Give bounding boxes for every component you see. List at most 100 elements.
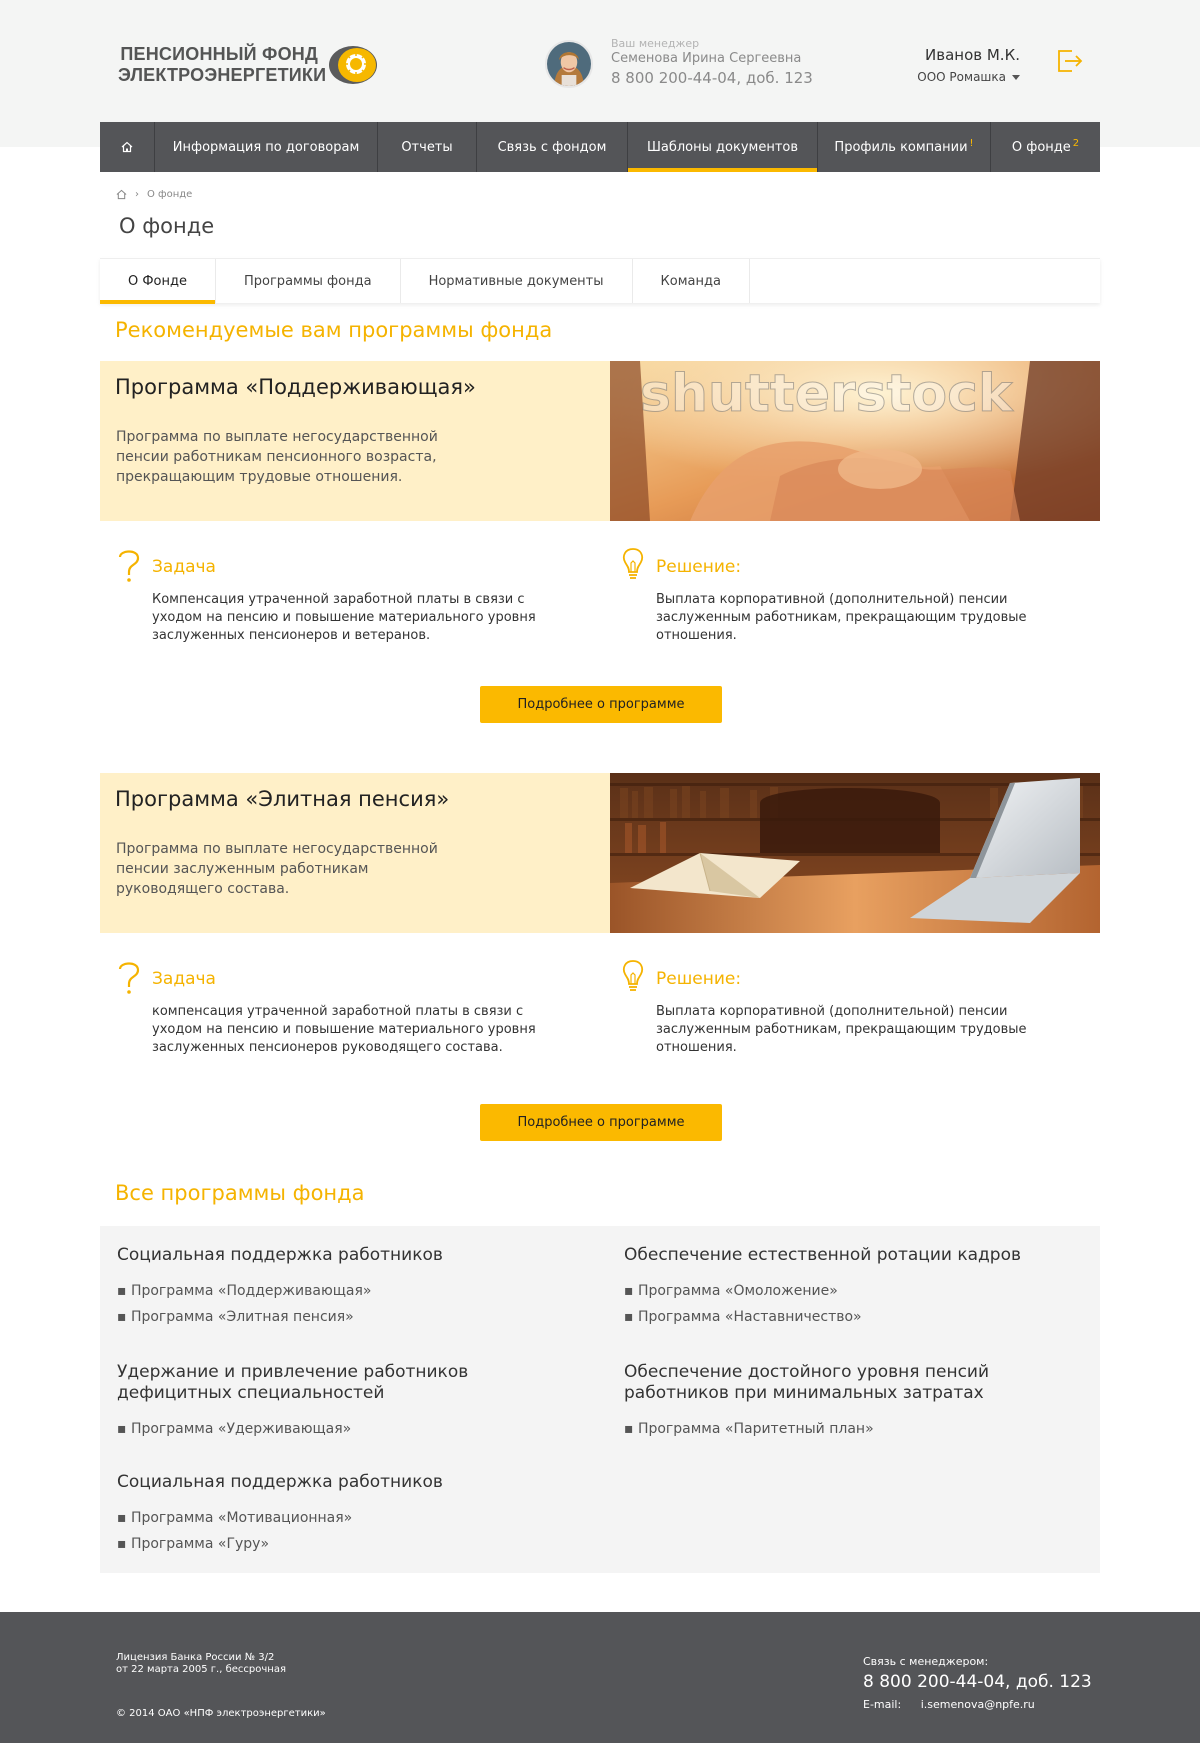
program-group-list: ▪ Программа «Паритетный план» (624, 1420, 1004, 1438)
breadcrumb-separator-icon: › (135, 189, 139, 200)
solution-title: Решение: (656, 969, 742, 989)
nav-item-company-profile[interactable]: Профиль компании! (818, 122, 991, 172)
footer: Лицензия Банка России № 3/2 от 22 марта … (0, 1612, 1200, 1743)
license-info: Лицензия Банка России № 3/2 от 22 марта … (116, 1652, 286, 1676)
logo-text: ПЕНСИОННЫЙ ФОНД ЭЛЕКТРОЭНЕРГЕТИКИ (118, 44, 327, 86)
nav-item-label: О фонде (1011, 139, 1071, 155)
program-link[interactable]: ▪ Программа «Омоложение» (624, 1282, 1084, 1300)
program-card: Программа «Поддерживающая» Программа по … (100, 361, 1100, 521)
program-link[interactable]: ▪ Программа «Наставничество» (624, 1308, 1084, 1326)
program-details-button[interactable]: Подробнее о программе (480, 1104, 722, 1141)
subtab-about-fund[interactable]: О Фонде (100, 259, 216, 304)
breadcrumb-current: О фонде (147, 189, 193, 200)
company-dropdown[interactable]: ООО Ромашка (917, 70, 1020, 84)
lightbulb-icon (622, 548, 644, 579)
nav-item-templates[interactable]: Шаблоны документов (628, 122, 818, 172)
program-text-panel: Программа «Элитная пенсия» Программа по … (100, 773, 610, 933)
program-text-panel: Программа «Поддерживающая» Программа по … (100, 361, 610, 521)
nav-badge: ! (969, 137, 974, 149)
nav-badge: 2 (1072, 137, 1080, 149)
program-image-watermark: shutterstock (640, 364, 1014, 424)
caret-down-icon (1012, 75, 1020, 80)
program-image-handshake: shutterstock (610, 361, 1100, 521)
program-group: Социальная поддержка работников ▪ Програ… (117, 1472, 577, 1561)
program-group-list: ▪ Программа «Мотивационная» ▪ Программа … (117, 1509, 577, 1553)
manager-avatar (545, 40, 593, 88)
recommended-title: Рекомендуемые вам программы фонда (115, 318, 553, 342)
nav-item-home[interactable] (100, 122, 155, 172)
copyright: © 2014 ОАО «НПФ электроэнергетики» (116, 1708, 326, 1719)
program-image-desk (610, 773, 1100, 933)
program-details-button[interactable]: Подробнее о программе (480, 686, 722, 723)
program-group: Обеспечение естественной ротации кадров … (624, 1245, 1084, 1334)
home-icon (121, 141, 133, 153)
email-label: E-mail: (863, 1698, 902, 1711)
license-line-2: от 22 марта 2005 г., бессрочная (116, 1664, 286, 1675)
company-name: ООО Ромашка (917, 70, 1006, 84)
task-title: Задача (152, 969, 216, 989)
nav-item-label: Шаблоны документов (646, 139, 799, 155)
solution-title: Решение: (656, 557, 742, 577)
header: ПЕНСИОННЫЙ ФОНД ЭЛЕКТРОЭНЕРГЕТИКИ Ваш ме… (0, 0, 1200, 122)
program-group-title: Социальная поддержка работников (117, 1245, 443, 1265)
program-link[interactable]: ▪ Программа «Удерживающая» (117, 1420, 497, 1438)
program-group: Удержание и привлечение работников дефиц… (117, 1362, 497, 1446)
manager-name: Семенова Ирина Сергеевна (611, 51, 802, 66)
task-text: Компенсация утраченной заработной платы … (152, 592, 536, 643)
program-link[interactable]: ▪ Программа «Элитная пенсия» (117, 1308, 577, 1326)
program-group-title: Удержание и привлечение работников дефиц… (117, 1362, 469, 1403)
program-link[interactable]: ▪ Программа «Поддерживающая» (117, 1282, 577, 1300)
nav-item-label: Отчеты (401, 139, 453, 155)
logo-line-1: ПЕНСИОННЫЙ ФОНД (120, 44, 318, 64)
program-group-list: ▪ Программа «Поддерживающая» ▪ Программа… (117, 1282, 577, 1326)
nav-item-about[interactable]: О фонде 2 (991, 122, 1100, 172)
subtab-normative-docs[interactable]: Нормативные документы (401, 259, 633, 303)
logo-mark-icon (329, 46, 377, 84)
nav-item-label: Связь с фондом (497, 139, 607, 155)
contact-caption: Связь с менеджером: (863, 1655, 989, 1668)
task-title: Задача (152, 557, 216, 577)
nav-item-label: Профиль компании (834, 139, 968, 155)
question-mark-icon (118, 962, 140, 994)
nav-item-contracts[interactable]: Информация по договорам (155, 122, 378, 172)
subtab-team[interactable]: Команда (633, 259, 750, 303)
program-group-list: ▪ Программа «Удерживающая» (117, 1420, 497, 1438)
program-group: Обеспечение достойного уровня пенсий раб… (624, 1362, 1004, 1446)
program-description: Программа по выплате негосударственной п… (116, 429, 438, 485)
contact-phone: 8 800 200-44-04, доб. 123 (863, 1672, 1092, 1692)
nav-item-contact-fund[interactable]: Связь с фондом (477, 122, 628, 172)
program-title: Программа «Поддерживающая» (115, 375, 476, 399)
email-link[interactable]: i.semenova@npfe.ru (921, 1698, 1035, 1711)
breadcrumb: › О фонде (116, 189, 192, 200)
nav-item-reports[interactable]: Отчеты (378, 122, 477, 172)
all-programs-title: Все программы фонда (115, 1181, 365, 1205)
question-mark-icon (118, 550, 140, 582)
user-block: Иванов М.К. ООО Ромашка (880, 46, 1020, 86)
program-group-title: Социальная поддержка работников (117, 1472, 443, 1492)
program-link[interactable]: ▪ Программа «Мотивационная» (117, 1509, 577, 1527)
license-line-1: Лицензия Банка России № 3/2 (116, 1652, 275, 1663)
home-icon[interactable] (116, 189, 127, 200)
program-group: Социальная поддержка работников ▪ Програ… (117, 1245, 577, 1334)
program-description: Программа по выплате негосударственной п… (116, 841, 438, 897)
solution-text: Выплата корпоративной (дополнительной) п… (656, 592, 1027, 643)
nav-item-label: Информация по договорам (172, 139, 360, 155)
logout-icon[interactable] (1057, 49, 1083, 73)
task-text: компенсация утраченной заработной платы … (152, 1004, 536, 1055)
program-link[interactable]: ▪ Программа «Паритетный план» (624, 1420, 1004, 1438)
logo[interactable]: ПЕНСИОННЫЙ ФОНД ЭЛЕКТРОЭНЕРГЕТИКИ (118, 44, 380, 88)
logo-line-2: ЭЛЕКТРОЭНЕРГЕТИКИ (118, 65, 327, 85)
subtabs: О Фонде Программы фонда Нормативные доку… (100, 258, 1100, 304)
all-programs-panel: Социальная поддержка работников ▪ Програ… (100, 1226, 1100, 1573)
page-title: О фонде (119, 214, 215, 238)
main-nav: Информация по договорам Отчеты Связь с ф… (100, 122, 1100, 172)
program-link[interactable]: ▪ Программа «Гуру» (117, 1535, 577, 1553)
lightbulb-icon (622, 960, 644, 991)
program-group-title: Обеспечение естественной ротации кадров (624, 1245, 1021, 1265)
program-card: Программа «Элитная пенсия» Программа по … (100, 773, 1100, 933)
solution-text: Выплата корпоративной (дополнительной) п… (656, 1004, 1027, 1055)
program-group-list: ▪ Программа «Омоложение» ▪ Программа «На… (624, 1282, 1084, 1326)
subtab-programs[interactable]: Программы фонда (216, 259, 401, 303)
program-group-title: Обеспечение достойного уровня пенсий раб… (624, 1362, 990, 1403)
contact-email: E-mail: i.semenova@npfe.ru (863, 1698, 1035, 1711)
